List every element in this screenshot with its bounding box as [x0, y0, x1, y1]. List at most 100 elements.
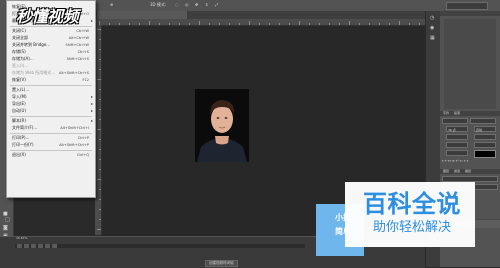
menu-item[interactable]: 恢复(V) F12: [7, 77, 95, 83]
vertical-scale-field[interactable]: [446, 142, 468, 148]
menu-item[interactable]: 打印一份(Y) Alt+Shift+Ctrl+P: [7, 142, 95, 148]
menu-separator: [10, 116, 92, 117]
settings-button[interactable]: [52, 244, 57, 248]
swatches-icon[interactable]: ▦: [430, 35, 435, 42]
ruler-tick: [199, 21, 200, 25]
distribute-icon[interactable]: ⊕: [110, 1, 113, 9]
font-family-field[interactable]: [442, 118, 468, 124]
3d-scale-icon[interactable]: ⤢: [215, 1, 218, 9]
menu-item[interactable]: 退出(X) Ctrl+Q: [7, 152, 95, 158]
menu-item-label: 签入(I)...: [12, 63, 29, 68]
menu-item[interactable]: 关闭并转到 Bridge... Shift+Ctrl+W: [7, 42, 95, 48]
ruler-tick: [249, 21, 250, 25]
menu-item[interactable]: 签入(I)...: [7, 63, 95, 69]
leading-field[interactable]: 自动: [474, 126, 496, 132]
next-frame-button[interactable]: [38, 244, 43, 248]
play-button[interactable]: [31, 244, 36, 248]
ruler-tick: [99, 69, 101, 70]
menu-item-shortcut: Shift+Ctrl+S: [66, 57, 89, 61]
3d-rotate-icon[interactable]: ◌: [175, 1, 179, 9]
first-frame-button[interactable]: [17, 244, 22, 248]
menu-item[interactable]: 导入(M) ▸: [7, 94, 95, 100]
ruler-tick: [99, 159, 101, 160]
tab-paths[interactable]: 路径: [465, 169, 471, 174]
text-style-buttons[interactable]: T T TT Tr T¹ T₁ T T: [442, 158, 498, 164]
prev-frame-button[interactable]: [24, 244, 29, 248]
menu-item[interactable]: 存储为(A)... Shift+Ctrl+S: [7, 56, 95, 62]
ruler-tick: [99, 49, 101, 50]
tab-channels[interactable]: 通道: [454, 169, 460, 174]
ruler-tick: [119, 23, 120, 25]
menu-item[interactable]: 存储为 Web 所用格式... Alt+Shift+Ctrl+S: [7, 70, 95, 76]
ruler-tick: [189, 23, 190, 25]
ruler-tick: [99, 219, 101, 220]
video-logo: 秒懂视频: [16, 7, 79, 26]
workspace-switcher[interactable]: [446, 2, 488, 10]
ruler-tick: [279, 23, 280, 25]
color-panel[interactable]: [444, 19, 496, 109]
ruler-tick: [99, 199, 101, 200]
3d-slide-icon[interactable]: ⇕: [205, 1, 208, 9]
font-style-field[interactable]: [470, 118, 496, 124]
file-menu: 恢复(E) 打开(O)... Ctrl+O 最近打开文件(T) ▸ 关闭(C) Ctrl+W…: [6, 0, 96, 198]
submenu-arrow-icon: ▸: [90, 94, 93, 99]
3d-roll-icon[interactable]: ◎: [185, 1, 189, 9]
ruler-tick: [99, 119, 101, 120]
ruler-tick: [149, 21, 150, 25]
menu-item[interactable]: 自动(U) ▸: [7, 108, 95, 114]
submenu-arrow-icon: ▸: [90, 101, 93, 106]
menu-item[interactable]: 关闭全部 Alt+Ctrl+W: [7, 35, 95, 41]
ruler-tick: [97, 179, 101, 180]
document-tab[interactable]: [97, 11, 187, 19]
kerning-field[interactable]: [446, 134, 468, 140]
properties-icon[interactable]: ◉: [430, 25, 434, 32]
quick-mask-icon[interactable]: ◙: [3, 225, 8, 232]
menu-item-shortcut: Ctrl+O: [77, 12, 89, 16]
menu-item[interactable]: 导出(E) ▸: [7, 101, 95, 107]
background-color-icon[interactable]: □: [5, 217, 10, 224]
menu-separator: [10, 85, 92, 86]
font-size-field[interactable]: 36 点: [446, 126, 468, 132]
menu-item[interactable]: 关闭(C) Ctrl+W: [7, 28, 95, 34]
menu-item-shortcut: Alt+Ctrl+W: [68, 36, 89, 40]
tab-layers[interactable]: 图层: [443, 169, 449, 174]
menu-item[interactable]: 存储(S) Ctrl+S: [7, 49, 95, 55]
baseline-shift-field[interactable]: [446, 150, 468, 156]
ruler-tick: [99, 189, 101, 190]
menu-item[interactable]: 打印(P)... Ctrl+P: [7, 135, 95, 141]
audio-button[interactable]: [45, 244, 50, 248]
menu-item-label: 恢复(V): [12, 77, 26, 82]
submenu-arrow-icon: ▸: [90, 118, 93, 123]
menu-item-label: 打印(P)...: [12, 135, 30, 140]
create-timeline-button[interactable]: 创建视频时间轴: [205, 260, 238, 267]
character-panel-header: 字符 段落: [440, 111, 500, 116]
text-color-swatch[interactable]: [474, 150, 496, 158]
tab-character[interactable]: 字符: [443, 111, 449, 116]
ruler-tick: [369, 23, 370, 25]
menu-item-label: 关闭全部: [12, 35, 28, 40]
history-icon[interactable]: ◷: [430, 15, 434, 22]
3d-mode-label: 3D 模式:: [150, 2, 167, 7]
menu-item-label: 置入(L)...: [12, 87, 30, 92]
ruler-tick: [99, 39, 101, 40]
3d-pan-icon[interactable]: ✥: [195, 1, 198, 9]
menu-item[interactable]: 文件简介(F)... Alt+Shift+Ctrl+I: [7, 125, 95, 131]
menu-item-label: 打印一份(Y): [12, 142, 34, 147]
ruler-tick: [289, 23, 290, 25]
menu-item-label: 脚本(R): [12, 118, 26, 123]
opacity-field[interactable]: [474, 184, 498, 190]
ruler-tick: [97, 229, 101, 230]
horizontal-scale-field[interactable]: [474, 142, 496, 148]
tab-paragraph[interactable]: 段落: [454, 111, 460, 116]
menu-item-shortcut: Shift+Ctrl+W: [65, 43, 89, 47]
menu-item-label: 导入(M): [12, 94, 27, 99]
menu-item-label: 自动(U): [12, 108, 27, 113]
tracking-field[interactable]: [474, 134, 496, 140]
menu-item[interactable]: 置入(L)...: [7, 87, 95, 93]
ruler-tick: [97, 29, 101, 30]
ruler-tick: [159, 23, 160, 25]
menu-item-label: 存储为(A)...: [12, 56, 34, 61]
brand-name: 百科全说: [363, 190, 461, 218]
ruler-tick: [97, 79, 101, 80]
menu-item[interactable]: 脚本(R) ▸: [7, 118, 95, 124]
